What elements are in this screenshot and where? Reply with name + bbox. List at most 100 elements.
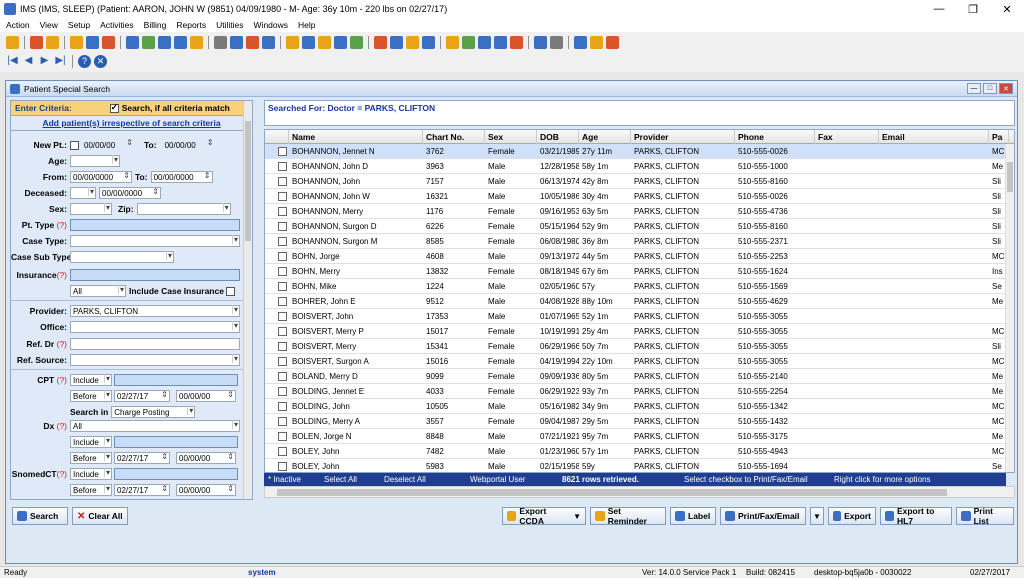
toolbar-tool-icon[interactable] — [318, 35, 331, 49]
toolbar-tool-icon[interactable] — [390, 35, 403, 49]
toolbar-tool-icon[interactable] — [70, 35, 83, 49]
clear-all-button[interactable]: ✕ Clear All — [72, 507, 128, 525]
row-checkbox[interactable] — [278, 282, 287, 291]
ref-source-select[interactable] — [70, 354, 240, 366]
ref-dr-field[interactable] — [70, 338, 240, 350]
toolbar-tool-icon[interactable] — [478, 35, 491, 49]
menu-reports[interactable]: Reports — [176, 20, 206, 30]
next-record-icon[interactable]: ▶ — [38, 55, 51, 68]
dx-scope-select[interactable]: All — [70, 420, 240, 432]
table-row[interactable]: BOLEN, Jorge N 8848 Male 07/21/1921 95y 7m PA… — [265, 429, 1007, 444]
column-header[interactable]: Provider — [631, 130, 735, 144]
toolbar-tool-icon[interactable] — [214, 35, 227, 49]
toolbar-tool-icon[interactable] — [246, 35, 259, 49]
column-header[interactable]: Chart No. — [423, 130, 485, 144]
grid-horizontal-scrollbar[interactable] — [264, 486, 1015, 498]
column-header[interactable]: Age — [579, 130, 631, 144]
snomed-before-select[interactable]: Before — [70, 484, 112, 496]
deceased-date[interactable]: 00/00/0000 — [99, 187, 161, 199]
row-checkbox[interactable] — [278, 342, 287, 351]
table-row[interactable]: BOHRER, John E 9512 Male 04/08/1928 88y 10m P… — [265, 294, 1007, 309]
row-checkbox[interactable] — [278, 147, 287, 156]
insurance-field[interactable] — [70, 269, 240, 281]
toolbar-tool-icon[interactable] — [46, 35, 59, 49]
column-header[interactable]: Sex — [485, 130, 537, 144]
menu-help[interactable]: Help — [298, 20, 315, 30]
toolbar-tool-icon[interactable] — [446, 35, 459, 49]
row-checkbox[interactable] — [278, 387, 287, 396]
toolbar-tool-icon[interactable] — [174, 35, 187, 49]
from-date[interactable]: 00/00/0000 — [70, 171, 132, 183]
menu-setup[interactable]: Setup — [68, 20, 90, 30]
search-button[interactable]: Search — [12, 507, 68, 525]
table-row[interactable]: BOLAND, Merry D 9099 Female 09/09/1936 80y 5… — [265, 369, 1007, 384]
table-row[interactable]: BOLEY, John 7482 Male 01/23/1960 57y 1m PARKS… — [265, 444, 1007, 459]
toolbar-tool-icon[interactable] — [334, 35, 347, 49]
column-header[interactable]: DOB — [537, 130, 579, 144]
row-checkbox[interactable] — [278, 372, 287, 381]
row-checkbox[interactable] — [278, 177, 287, 186]
toolbar-tool-icon[interactable] — [6, 35, 19, 49]
close-button[interactable]: ✕ — [990, 0, 1024, 18]
zip-select[interactable] — [136, 203, 231, 215]
to-date[interactable]: 00/00/0000 — [150, 171, 213, 183]
row-checkbox[interactable] — [278, 222, 287, 231]
dx-include-select[interactable]: Include — [70, 436, 112, 448]
pt-type-field[interactable] — [70, 219, 240, 231]
maximize-button[interactable]: ❐ — [956, 0, 990, 18]
dx-before-select[interactable]: Before — [70, 452, 112, 464]
row-checkbox[interactable] — [278, 162, 287, 171]
cpt-before-select[interactable]: Before — [70, 390, 112, 402]
all-criteria-match-option[interactable]: Search, if all criteria match — [109, 102, 230, 113]
toolbar-tool-icon[interactable] — [494, 35, 507, 49]
dx-date-from[interactable]: 02/27/17 — [114, 452, 170, 464]
column-header[interactable]: Name — [289, 130, 423, 144]
row-checkbox[interactable] — [278, 207, 287, 216]
cpt-field[interactable] — [114, 374, 238, 386]
toolbar-tool-icon[interactable] — [262, 35, 275, 49]
table-row[interactable]: BOLDING, John 10505 Male 05/16/1982 34y 9m PA… — [265, 399, 1007, 414]
first-record-icon[interactable]: |◀ — [6, 55, 19, 68]
last-record-icon[interactable]: ▶| — [54, 55, 67, 68]
menu-activities[interactable]: Activities — [100, 20, 134, 30]
print-list-button[interactable]: Print List — [956, 506, 1014, 526]
row-checkbox[interactable] — [278, 312, 287, 321]
grid-vertical-scrollbar[interactable] — [1005, 144, 1014, 472]
label-button[interactable]: Label — [670, 507, 716, 525]
toolbar-tool-icon[interactable] — [126, 35, 139, 49]
set-reminder-button[interactable]: Set Reminder — [590, 506, 666, 526]
criteria-scrollbar[interactable] — [243, 101, 252, 499]
export-hl7-button[interactable]: Export to HL7 — [880, 506, 952, 526]
child-close-button[interactable]: ✕ — [999, 83, 1013, 94]
sex-select[interactable] — [70, 203, 112, 215]
deceased-select[interactable] — [70, 187, 96, 199]
table-row[interactable]: BOHANNON, John D 3963 Male 12/28/1958 58y 1m… — [265, 159, 1007, 174]
child-minimize-button[interactable]: — — [967, 83, 981, 94]
table-row[interactable]: BOLEY, John 5983 Male 02/15/1958 59y PARKS, C… — [265, 459, 1007, 472]
chevron-down-icon[interactable]: ▼ — [573, 512, 581, 521]
toolbar-tool-icon[interactable] — [574, 35, 587, 49]
add-patients-link[interactable]: Add patient(s) irrespective of search cr… — [11, 116, 252, 131]
column-header[interactable]: Fax — [815, 130, 879, 144]
table-row[interactable]: BOISVERT, Surgon A 15016 Female 04/19/1994 2… — [265, 354, 1007, 369]
column-header[interactable]: Email — [879, 130, 989, 144]
toolbar-tool-icon[interactable] — [158, 35, 171, 49]
menu-view[interactable]: View — [40, 20, 58, 30]
minimize-button[interactable]: — — [922, 0, 956, 18]
snomed-include-select[interactable]: Include — [70, 468, 112, 480]
menu-billing[interactable]: Billing — [144, 20, 167, 30]
toolbar-tool-icon[interactable] — [350, 35, 363, 49]
toolbar-tool-icon[interactable] — [302, 35, 315, 49]
column-header[interactable]: Pa — [989, 130, 1009, 144]
scrollbar-thumb[interactable] — [245, 121, 251, 241]
table-row[interactable]: BOHANNON, John W 16321 Male 10/05/1986 30y 4… — [265, 189, 1007, 204]
table-row[interactable]: BOLDING, Merry A 3557 Female 09/04/1987 29y … — [265, 414, 1007, 429]
row-checkbox[interactable] — [278, 267, 287, 276]
table-row[interactable]: BOISVERT, John 17353 Male 01/07/1965 52y 1m P… — [265, 309, 1007, 324]
table-row[interactable]: BOHN, Merry 13832 Female 08/18/1949 67y 6m PA… — [265, 264, 1007, 279]
menu-windows[interactable]: Windows — [254, 20, 288, 30]
toolbar-tool-icon[interactable] — [30, 35, 43, 49]
toolbar-tool-icon[interactable] — [286, 35, 299, 49]
dx-field[interactable] — [114, 436, 238, 448]
scrollbar-thumb[interactable] — [277, 489, 947, 496]
